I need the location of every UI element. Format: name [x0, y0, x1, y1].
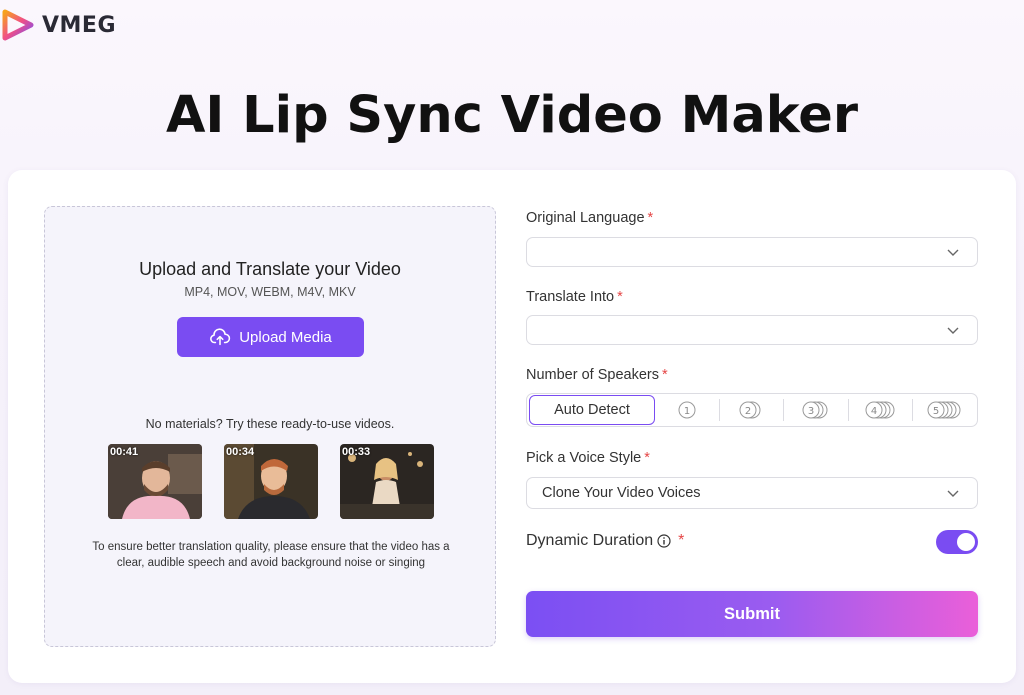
toggle-knob — [957, 533, 975, 551]
main-card: Upload and Translate your Video MP4, MOV… — [8, 170, 1016, 683]
speaker-count-2-icon: 2 — [739, 401, 761, 419]
submit-button[interactable]: Submit — [526, 591, 978, 637]
speaker-count-5-text: 5 — [933, 406, 939, 417]
info-icon[interactable] — [657, 534, 671, 548]
speakers-option-1[interactable]: 1 — [655, 399, 719, 421]
sample-video-2-duration: 00:34 — [226, 446, 255, 458]
speakers-option-3[interactable]: 3 — [783, 399, 848, 421]
original-language-select[interactable] — [526, 237, 978, 267]
speaker-count-4-text: 4 — [870, 406, 876, 417]
speakers-option-2[interactable]: 2 — [718, 399, 784, 421]
speaker-count-1-text: 1 — [684, 406, 690, 417]
upload-title: Upload and Translate your Video — [139, 259, 401, 279]
samples-caption: No materials? Try these ready-to-use vid… — [145, 417, 395, 431]
required-marker: * — [678, 532, 685, 549]
original-language-label: Original Language * — [526, 210, 653, 226]
speakers-selector: Auto Detect 1 2 3 4 5 — [526, 393, 978, 427]
sample-video-3[interactable]: 00:33 — [340, 444, 434, 519]
dynamic-duration-label: Dynamic Duration * — [526, 532, 684, 550]
upload-formats: MP4, MOV, WEBM, M4V, MKV — [184, 285, 356, 299]
speaker-count-3-text: 3 — [808, 406, 814, 417]
speaker-count-1-icon: 1 — [678, 401, 696, 419]
voice-style-label: Pick a Voice Style * — [526, 450, 650, 466]
translate-into-select[interactable] — [526, 315, 978, 345]
translation-form: Original Language * Translate Into * Numbe… — [526, 170, 980, 683]
upload-media-button[interactable]: Upload Media — [177, 317, 364, 357]
brand-name: VMEG — [42, 12, 117, 38]
page-title: AI Lip Sync Video Maker — [165, 86, 859, 145]
sample-video-2[interactable]: 00:34 — [224, 444, 318, 519]
translate-into-label: Translate Into * — [526, 289, 623, 305]
required-marker: * — [647, 210, 654, 226]
speaker-count-4-icon: 4 — [865, 401, 895, 419]
voice-style-label-text: Pick a Voice Style — [526, 450, 642, 466]
speakers-label-text: Number of Speakers — [526, 367, 659, 383]
brand-logo[interactable]: VMEG — [2, 8, 116, 42]
sample-video-1-duration: 00:41 — [110, 446, 139, 458]
speakers-option-4[interactable]: 4 — [847, 399, 913, 421]
chevron-down-icon — [947, 490, 959, 497]
speaker-count-5-icon: 5 — [927, 401, 961, 419]
voice-style-value: Clone Your Video Voices — [542, 485, 701, 501]
vmeg-logo-icon — [2, 9, 34, 41]
dynamic-duration-toggle[interactable] — [936, 530, 978, 554]
voice-style-select[interactable]: Clone Your Video Voices — [526, 477, 978, 509]
speakers-option-5[interactable]: 5 — [912, 399, 977, 421]
quality-note: To ensure better translation quality, pl… — [92, 541, 450, 569]
sample-video-3-duration: 00:33 — [342, 446, 371, 458]
upload-media-label: Upload Media — [239, 328, 332, 346]
dynamic-duration-label-text: Dynamic Duration — [526, 532, 654, 549]
required-marker: * — [661, 367, 668, 383]
chevron-down-icon — [947, 327, 959, 334]
sample-video-1[interactable]: 00:41 — [108, 444, 202, 519]
speaker-count-2-text: 2 — [745, 406, 751, 417]
required-marker: * — [644, 450, 650, 466]
required-marker: * — [617, 289, 623, 305]
speaker-count-3-icon: 3 — [802, 401, 828, 419]
upload-dropzone[interactable]: Upload and Translate your Video MP4, MOV… — [44, 206, 496, 647]
translate-into-label-text: Translate Into — [526, 289, 615, 305]
speakers-label: Number of Speakers * — [526, 367, 668, 383]
cloud-upload-icon — [210, 328, 231, 346]
chevron-down-icon — [947, 249, 959, 256]
speakers-auto-detect[interactable]: Auto Detect — [529, 395, 655, 425]
original-language-label-text: Original Language — [526, 210, 645, 226]
